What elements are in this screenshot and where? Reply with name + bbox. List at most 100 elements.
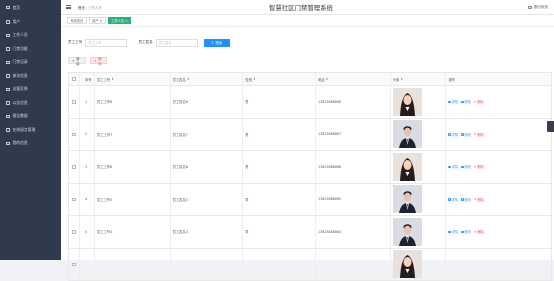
detail-button[interactable]: 详情 <box>448 229 458 234</box>
cell-phone: 13823888887 <box>316 119 391 151</box>
cell-staff-no <box>95 249 171 281</box>
row-actions: 详情修改✕删除 <box>448 164 483 169</box>
row-actions: 详情修改✕删除 <box>448 229 483 234</box>
tab-user[interactable]: 用户 × <box>89 17 106 24</box>
menu-icon[interactable] <box>66 5 71 9</box>
sidebar-item[interactable]: 访客反馈 <box>0 83 61 97</box>
header-staff-name[interactable]: 员工姓名 ⇕ <box>171 73 244 85</box>
avatar[interactable] <box>393 88 422 116</box>
cell-gender: 男 <box>243 216 316 248</box>
tab-staff[interactable]: 工作人员 × <box>108 17 131 24</box>
select-all-checkbox[interactable] <box>72 77 76 81</box>
row-checkbox[interactable] <box>72 230 76 234</box>
delete-button[interactable]: ✕删除 <box>474 229 484 234</box>
cell-staff-name: 员工姓名5 <box>171 184 244 216</box>
row-checkbox[interactable] <box>72 100 76 104</box>
sidebar-item[interactable]: 工作人员 <box>0 29 61 43</box>
cell-staff-no: 员工工号6 <box>95 151 171 183</box>
delete-button[interactable]: ✕删除 <box>474 132 484 137</box>
info-icon <box>448 101 451 104</box>
sidebar-item[interactable]: 在线留言管理 <box>0 123 61 137</box>
cell-gender: 男 <box>243 119 316 151</box>
sidebar-item[interactable]: 门禁记录 <box>0 56 61 70</box>
batch-delete-button[interactable]: ✕ 删除 <box>90 57 107 64</box>
row-checkbox[interactable] <box>72 165 76 169</box>
edit-button[interactable]: 修改 <box>461 99 471 104</box>
cell-operations: 详情修改✕删除 <box>446 184 551 216</box>
cell-gender: 男 <box>243 184 316 216</box>
avatar[interactable] <box>393 153 422 181</box>
staff-name-label: 员工姓名 <box>138 40 152 45</box>
delete-button[interactable]: ✕删除 <box>474 164 484 169</box>
sidebar-item[interactable]: 来访信息 <box>0 69 61 83</box>
detail-button[interactable]: 详情 <box>448 197 458 202</box>
sidebar-item[interactable]: 门禁功能 <box>0 42 61 56</box>
sidebar-item[interactable]: 用户 <box>0 15 61 29</box>
side-scroll-handle[interactable] <box>547 121 554 132</box>
avatar[interactable] <box>393 120 422 148</box>
sidebar-item-label: 工作人员 <box>13 32 28 38</box>
cell-staff-name <box>171 249 244 281</box>
sidebar-item[interactable]: 公告信息 <box>0 96 61 110</box>
delete-icon: ✕ <box>474 100 477 104</box>
cell-photo <box>391 151 447 183</box>
row-checkbox[interactable] <box>72 133 76 137</box>
logout-icon <box>528 6 532 10</box>
delete-icon: ✕ <box>474 230 477 234</box>
delete-button[interactable]: ✕删除 <box>474 197 484 202</box>
record-icon <box>6 61 10 65</box>
cell-gender: 男 <box>243 151 316 183</box>
delete-icon: ✕ <box>474 165 477 169</box>
cell-operations <box>446 249 551 281</box>
edit-button[interactable]: 修改 <box>461 197 471 202</box>
edit-button[interactable]: 修改 <box>461 229 471 234</box>
sidebar-item-label: 用户 <box>13 19 21 25</box>
cell-photo <box>391 119 447 151</box>
sidebar-item-label: 我的信息 <box>13 140 28 146</box>
cell-staff-name: 员工姓名6 <box>171 151 244 183</box>
logout-label: 退出系统 <box>534 5 548 10</box>
header-phone[interactable]: 电话 ⇕ <box>316 73 391 85</box>
table-row: 5员工工号4员工姓名4男13823888884详情修改✕删除 <box>68 216 552 249</box>
delete-button[interactable]: ✕删除 <box>474 99 484 104</box>
header-gender[interactable]: 性别 ⇕ <box>243 73 316 85</box>
table-header: 序号 员工工号 ⇕ 员工姓名 ⇕ 性别 ⇕ 电话 ⇕ 头像 ⇕ 操作 <box>68 72 552 86</box>
breadcrumb-home[interactable]: 首页 <box>78 6 85 10</box>
sidebar: 首页用户工作人员门禁功能门禁记录来访信息访客反馈公告信息报告数据在线留言管理我的… <box>0 0 61 260</box>
feedback-icon <box>6 88 10 92</box>
door-icon <box>6 47 10 51</box>
avatar[interactable] <box>393 218 422 246</box>
row-checkbox[interactable] <box>72 198 76 202</box>
cell-operations: 详情修改✕删除 <box>446 119 551 151</box>
report-icon <box>6 115 10 119</box>
badge-icon <box>6 34 10 38</box>
tab-home[interactable]: 系统首页 <box>67 17 87 24</box>
detail-button[interactable]: 详情 <box>448 164 458 169</box>
header-photo[interactable]: 头像 ⇕ <box>391 73 447 85</box>
app-title: 智慧社区门禁管理系统 <box>269 3 333 12</box>
main-content: 首页 / 工作人员 智慧社区门禁管理系统 退出系统 系统首页 用户 × 工作人员… <box>61 0 554 260</box>
visitor-icon <box>6 74 10 78</box>
detail-button[interactable]: 详情 <box>448 132 458 137</box>
search-label: 搜索 <box>215 40 222 45</box>
sidebar-item[interactable]: 首页 <box>0 0 61 15</box>
detail-button[interactable]: 详情 <box>448 99 458 104</box>
add-label: 新增 <box>76 56 82 66</box>
header-staff-no[interactable]: 员工工号 ⇕ <box>95 73 171 85</box>
avatar[interactable] <box>393 185 422 213</box>
cell-phone: 13823888888 <box>316 86 391 118</box>
logout-button[interactable]: 退出系统 <box>528 5 548 10</box>
cell-phone: 13823888886 <box>316 151 391 183</box>
staff-name-input[interactable]: 员工姓名 <box>156 39 198 47</box>
sidebar-item[interactable]: 报告数据 <box>0 110 61 124</box>
sidebar-item[interactable]: 我的信息 <box>0 137 61 151</box>
search-button[interactable]: ⚲ 搜索 <box>204 39 230 47</box>
staff-no-input[interactable]: 员工工号 <box>85 39 127 47</box>
edit-button[interactable]: 修改 <box>461 132 471 137</box>
cell-staff-no: 员工工号8 <box>95 86 171 118</box>
avatar[interactable] <box>393 250 422 278</box>
row-checkbox[interactable] <box>72 263 76 267</box>
add-button[interactable]: + 新增 <box>68 57 86 64</box>
sidebar-item-label: 访客反馈 <box>13 86 28 92</box>
edit-button[interactable]: 修改 <box>461 164 471 169</box>
